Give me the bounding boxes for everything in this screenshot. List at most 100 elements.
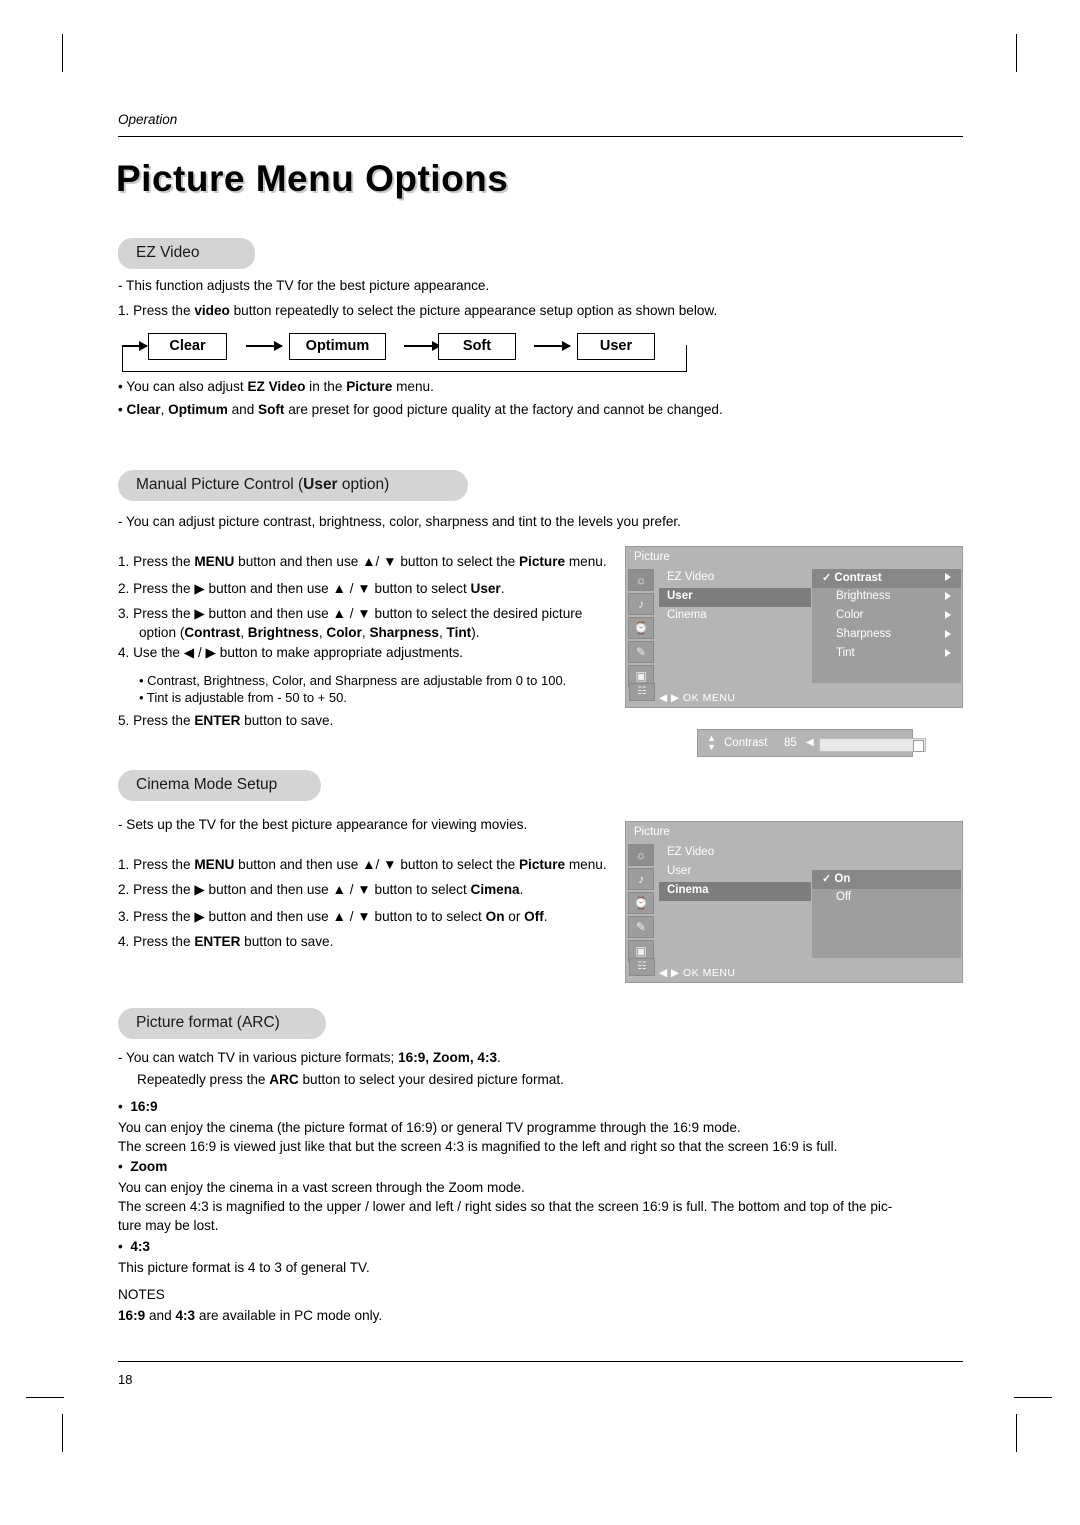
left-arrow-icon[interactable]: ◀ [806, 737, 814, 748]
special-icon[interactable]: ✎ [628, 641, 654, 663]
step-text3: menu. [565, 857, 607, 872]
ez-note-1: • You can also adjust EZ Video in the Pi… [118, 377, 948, 396]
manual-step-4: 4. Use the ◀ / ▶ button to make appropri… [118, 645, 464, 660]
sound-icon[interactable]: ♪ [628, 593, 654, 615]
pc-icon[interactable]: ☷ [629, 958, 655, 976]
step-num: 1. [118, 857, 130, 872]
slider-label: Contrast [724, 737, 768, 749]
osd-right-item-off[interactable]: Off [812, 889, 961, 908]
chevron-right-icon [945, 649, 951, 657]
step-text2: button and then use ▲/ ▼ button to selec… [234, 554, 519, 569]
opt-post: ). [471, 625, 480, 640]
notes-line: 16:9 and 4:3 are available in PC mode on… [118, 1306, 978, 1325]
osd-right-label: Off [836, 891, 852, 903]
step-bold: MENU [194, 554, 235, 569]
osd-left-menu[interactable]: EZ Video User Cinema [659, 569, 811, 626]
osd-picture-cinema[interactable]: Picture ☼ ♪ ⌚ ✎ ▣ EZ Video User Cinema ✓… [625, 821, 963, 983]
osd-left-item-ez-video[interactable]: EZ Video [659, 844, 811, 863]
notes-mid: and [145, 1308, 176, 1323]
osd-left-item-user[interactable]: User [659, 588, 811, 607]
osd-right-item-tint[interactable]: Tint [812, 645, 961, 664]
arc-bullet-label: 16:9 [130, 1099, 158, 1114]
osd-picture-user[interactable]: Picture ☼ ♪ ⌚ ✎ ▣ EZ Video User Cinema ✓… [625, 546, 963, 708]
updown-icon: ▲ ▼ [707, 733, 716, 752]
page-title: Picture Menu Options [116, 158, 509, 199]
special-icon[interactable]: ✎ [628, 916, 654, 938]
step-text: Press the [133, 934, 195, 949]
arc-item-169-line2: The screen 16:9 is viewed just like that… [118, 1139, 838, 1154]
osd-right-item-sharpness[interactable]: Sharpness [812, 626, 961, 645]
osd-right-item-contrast[interactable]: ✓ Contrast [812, 569, 961, 588]
cinema-step-2: 2. Press the ▶ button and then use ▲ / ▼… [118, 880, 628, 899]
crop-mark [1016, 1414, 1017, 1452]
opt-contrast: Contrast [184, 625, 241, 640]
osd-contrast-slider[interactable]: ▲ ▼ Contrast 85 ◀ [697, 729, 926, 757]
step-text: Press the ▶ button and then use ▲ / ▼ bu… [133, 909, 486, 924]
opt-brightness: Brightness [247, 625, 319, 640]
arc-item-zoom-line1: You can enjoy the cinema in a vast scree… [118, 1180, 525, 1195]
chevron-right-icon [945, 630, 951, 638]
step5-post: button to save. [240, 713, 334, 728]
osd-right-item-brightness[interactable]: Brightness [812, 588, 961, 607]
step-bold2: Picture [518, 857, 566, 872]
footer-rule [118, 1361, 963, 1362]
osd-footer-hints: ◀ ▶ OK MENU [659, 692, 736, 704]
arc-line1-bold: 16:9, Zoom, 4:3 [398, 1050, 498, 1065]
step-bold: Cimena [470, 882, 520, 897]
chevron-right-icon [945, 611, 951, 619]
step-text2: . [500, 581, 505, 596]
step-text: Press the ▶ button and then use ▲ / ▼ bu… [133, 606, 583, 621]
picture-icon[interactable]: ☼ [628, 844, 654, 866]
osd-icon-column: ☼ ♪ ⌚ ✎ ▣ [628, 844, 658, 964]
section-heading-ez-video: EZ Video [118, 238, 255, 269]
osd-left-item-cinema[interactable]: Cinema [659, 607, 811, 626]
ez-note2-post: are preset for good picture quality at t… [284, 402, 723, 417]
step-num: 1. [118, 554, 130, 569]
osd-left-item-ez-video[interactable]: EZ Video [659, 569, 811, 588]
slider-knob[interactable] [913, 740, 924, 752]
step-text: Press the [133, 857, 195, 872]
manual-subbullet-2: • Tint is adjustable from - 50 to + 50. [139, 690, 347, 705]
flow-loop-line [122, 345, 687, 372]
picture-icon[interactable]: ☼ [628, 569, 654, 591]
ez-note-2: • Clear, Optimum and Soft are preset for… [118, 400, 978, 419]
osd-right-menu[interactable]: ✓ On Off [812, 870, 961, 958]
osd-left-menu[interactable]: EZ Video User Cinema [659, 844, 811, 901]
section-heading-manual-picture: Manual Picture Control (User option) [118, 470, 468, 501]
slider-track[interactable] [819, 738, 926, 752]
ez-line2-bold: video [194, 303, 230, 318]
crop-mark [62, 34, 63, 72]
ez-note2-b2: Optimum [168, 402, 228, 417]
osd-right-item-on[interactable]: ✓ On [812, 870, 961, 889]
sound-icon[interactable]: ♪ [628, 868, 654, 890]
osd-right-menu[interactable]: ✓ Contrast Brightness Color Sharpness Ti… [812, 569, 961, 683]
step-bold: MENU [194, 857, 235, 872]
step-text2: or [504, 909, 525, 924]
osd-right-item-color[interactable]: Color [812, 607, 961, 626]
step5-bold: ENTER [194, 713, 241, 728]
timer-icon[interactable]: ⌚ [628, 617, 654, 639]
ez-note1-post: menu. [392, 379, 434, 394]
pc-icon[interactable]: ☷ [629, 683, 655, 701]
crop-mark [1016, 34, 1017, 72]
step-num: 2. [118, 882, 130, 897]
ez-note2-s2: and [227, 402, 259, 417]
notes-b1: 16:9 [118, 1308, 146, 1323]
ez-video-line2: 1. Press the video button repeatedly to … [118, 301, 948, 320]
ez-note2-pre: • [118, 402, 127, 417]
crop-mark [26, 1397, 64, 1398]
step-bold: On [485, 909, 505, 924]
arc-item-zoom-line2: The screen 4:3 is magnified to the upper… [118, 1199, 893, 1214]
timer-icon[interactable]: ⌚ [628, 892, 654, 914]
osd-left-item-user[interactable]: User [659, 863, 811, 882]
arc-line1-post: . [497, 1050, 501, 1065]
osd-right-label: Brightness [836, 590, 891, 602]
arc-item-43-bullet: • 4:3 [118, 1239, 150, 1254]
arc-line1: - You can watch TV in various picture fo… [118, 1048, 978, 1067]
arc-bullet-label: Zoom [130, 1159, 168, 1174]
osd-left-item-cinema[interactable]: Cinema [659, 882, 811, 901]
header-rule [118, 136, 963, 137]
cinema-step-4: 4. Press the ENTER button to save. [118, 932, 628, 951]
arc-line2-post: button to select your desired picture fo… [298, 1072, 564, 1087]
arc-line1-pre: - You can watch TV in various picture fo… [118, 1050, 399, 1065]
